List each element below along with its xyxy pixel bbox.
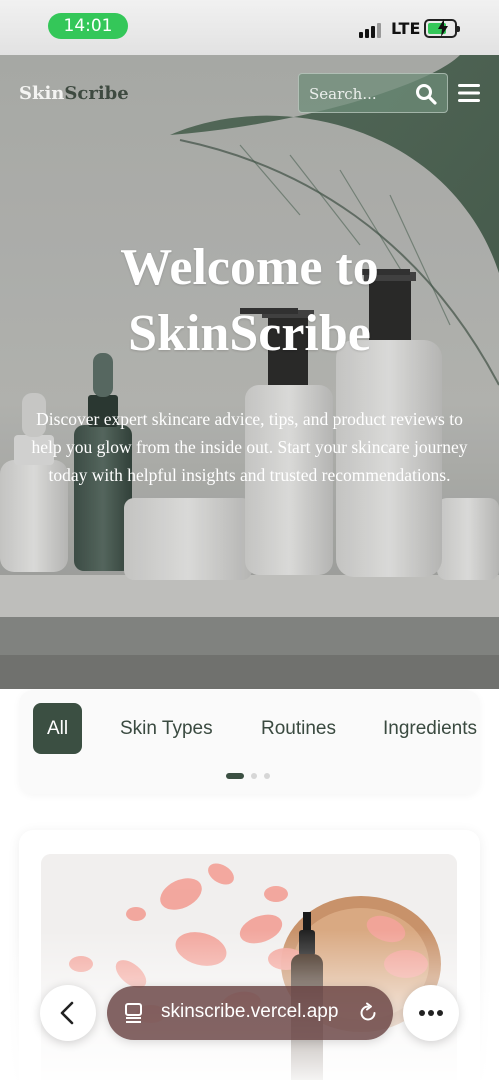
search-input[interactable] — [309, 83, 409, 105]
hero-title: Welcome to SkinScribe — [120, 239, 379, 362]
signal-icon — [359, 20, 385, 38]
status-time: 14:01 — [48, 13, 128, 39]
back-button[interactable] — [40, 985, 96, 1041]
more-button[interactable] — [403, 985, 459, 1041]
tab-ingredients[interactable]: Ingredients — [383, 703, 477, 754]
logo-part-scribe: Scribe — [64, 83, 129, 104]
chevron-left-icon — [60, 1001, 74, 1025]
menu-icon[interactable] — [458, 83, 480, 103]
tab-routines[interactable]: Routines — [261, 703, 336, 754]
battery-icon — [424, 19, 460, 38]
address-bar[interactable]: skinscribe.vercel.app — [107, 986, 393, 1040]
screen: 14:01 LTE SkinScribe Search... Welcome t… — [0, 0, 499, 1080]
network-label: LTE — [391, 19, 421, 38]
reload-icon[interactable] — [357, 1002, 379, 1024]
carousel-dots — [226, 773, 286, 779]
site-logo[interactable]: SkinScribe — [19, 83, 129, 104]
search-box — [298, 73, 448, 113]
hero-overlay — [0, 55, 499, 689]
page-dot[interactable] — [264, 773, 270, 779]
hero-description: Discover expert skincare advice, tips, a… — [31, 409, 468, 485]
more-icon — [419, 1010, 443, 1016]
hero-section: SkinScribe Welcome to SkinScribe Discove… — [0, 55, 499, 689]
tab-all[interactable]: All — [33, 703, 83, 754]
tab-skin-types[interactable]: Skin Types — [120, 703, 213, 754]
logo-part-skin: Skin — [19, 83, 65, 104]
status-bar: 14:01 LTE — [0, 0, 499, 55]
category-tabs-card: All Skin Types Routines Ingredients — [19, 690, 480, 794]
tabs-icon[interactable] — [123, 1002, 145, 1024]
page-dot[interactable] — [251, 773, 257, 779]
page-dot-active[interactable] — [226, 773, 244, 779]
navbar: SkinScribe — [0, 73, 499, 115]
url-text: skinscribe.vercel.app — [161, 1001, 339, 1022]
search-icon[interactable] — [415, 83, 437, 105]
